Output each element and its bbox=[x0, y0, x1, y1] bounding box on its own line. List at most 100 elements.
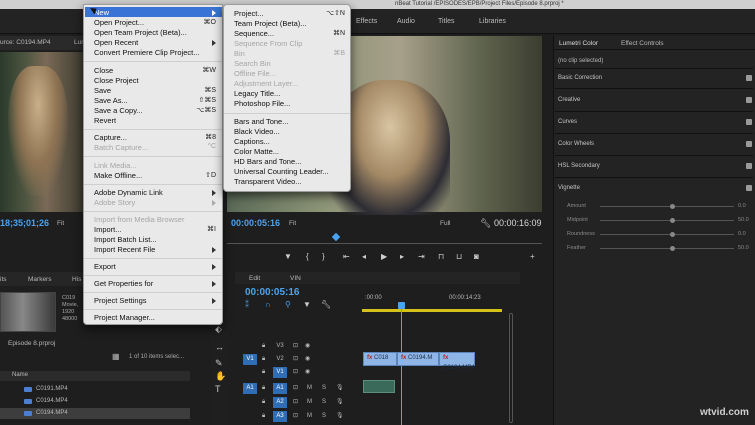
lock-icon[interactable]: 🔒︎ bbox=[262, 399, 265, 406]
list-item-selected[interactable]: C0194.MP4 bbox=[0, 408, 190, 419]
slip-icon[interactable]: ↔ bbox=[215, 342, 224, 352]
menu-item-close-project[interactable]: Close Project bbox=[94, 76, 139, 85]
section-curves[interactable]: Curves bbox=[558, 119, 577, 125]
track-label[interactable]: A1 bbox=[273, 383, 287, 394]
menu-item-import[interactable]: Import... bbox=[94, 225, 122, 234]
timeline-clip[interactable]: fx C0194.MP4 bbox=[439, 352, 475, 371]
vignette-amount-knob[interactable] bbox=[670, 204, 675, 209]
sync-icon[interactable]: ⊡ bbox=[293, 354, 298, 365]
tab-markers[interactable]: Markers bbox=[28, 276, 51, 283]
vignette-midpoint-value[interactable]: 50.0 bbox=[738, 217, 749, 223]
pen-icon[interactable]: ✎ bbox=[215, 358, 223, 369]
add-marker-icon[interactable]: ▼ bbox=[284, 252, 292, 261]
vignette-roundness-slider[interactable] bbox=[600, 234, 734, 235]
vignette-midpoint-slider[interactable] bbox=[600, 220, 734, 221]
nest-icon[interactable]: ⁑ bbox=[245, 300, 249, 309]
program-time-ruler[interactable] bbox=[227, 237, 542, 244]
section-vignette[interactable]: Vignette bbox=[558, 185, 580, 191]
checkbox-vignette[interactable] bbox=[746, 185, 752, 191]
step-forward-icon[interactable]: ▸ bbox=[400, 252, 404, 261]
track-label[interactable]: V1 bbox=[273, 367, 287, 378]
track-v3[interactable]: 🔒︎ V3 ⊡ ◉ bbox=[240, 341, 510, 352]
submenu-item-transparent-video[interactable]: Transparent Video... bbox=[234, 177, 302, 186]
list-item[interactable]: C0194.MP4 bbox=[0, 396, 190, 407]
add-button-icon[interactable]: + bbox=[530, 252, 535, 261]
menu-item-capture[interactable]: Capture... bbox=[94, 133, 127, 142]
menu-item-save-as[interactable]: Save As... bbox=[94, 96, 128, 105]
type-tool-icon[interactable]: T bbox=[215, 384, 221, 394]
menu-item-open-project[interactable]: Open Project... bbox=[94, 18, 144, 27]
timeline-timecode[interactable]: 00:00:05:16 bbox=[245, 287, 299, 298]
checkbox-creative[interactable] bbox=[746, 97, 752, 103]
vignette-feather-knob[interactable] bbox=[670, 246, 675, 251]
submenu-item-team-project[interactable]: Team Project (Beta)... bbox=[234, 19, 307, 28]
mic-icon[interactable]: 🎙︎ bbox=[336, 397, 344, 408]
audio-clip[interactable] bbox=[363, 380, 395, 393]
workspace-tab-titles[interactable]: Titles bbox=[438, 18, 454, 25]
add-marker-icon[interactable]: ▼ bbox=[303, 300, 311, 309]
submenu-item-color-matte[interactable]: Color Matte... bbox=[234, 147, 279, 156]
source-patch[interactable]: A1 bbox=[243, 383, 257, 394]
source-timecode[interactable]: 18;35;01;26 bbox=[0, 218, 49, 228]
submenu-item-black-video[interactable]: Black Video... bbox=[234, 127, 280, 136]
menu-item-close[interactable]: Close bbox=[94, 66, 113, 75]
checkbox-color-wheels[interactable] bbox=[746, 141, 752, 147]
track-a2[interactable]: 🔒︎ A2 ⊡ M S 🎙︎ bbox=[240, 397, 510, 408]
menu-item-open-recent[interactable]: Open Recent bbox=[94, 38, 138, 47]
mic-icon[interactable]: 🎙︎ bbox=[336, 383, 344, 394]
submenu-item-photoshop-file[interactable]: Photoshop File... bbox=[234, 99, 290, 108]
list-item[interactable]: C0191.MP4 bbox=[0, 384, 190, 395]
lock-icon[interactable]: 🔒︎ bbox=[262, 369, 265, 376]
razor-icon[interactable]: ⬖ bbox=[215, 324, 222, 335]
section-basic-correction[interactable]: Basic Correction bbox=[558, 75, 602, 81]
checkbox-hsl-secondary[interactable] bbox=[746, 163, 752, 169]
menu-item-convert-premiere-clip[interactable]: Convert Premiere Clip Project... bbox=[94, 48, 199, 57]
program-resolution-select[interactable]: Full bbox=[440, 220, 450, 227]
mic-icon[interactable]: 🎙︎ bbox=[336, 411, 344, 422]
timeline-clip[interactable]: fx C018 bbox=[363, 352, 397, 366]
vignette-roundness-value[interactable]: 0.0 bbox=[738, 231, 746, 237]
source-tab[interactable]: urce: C0194.MP4 bbox=[0, 39, 51, 46]
play-icon[interactable]: ▶ bbox=[381, 252, 387, 261]
column-name[interactable]: Name bbox=[12, 372, 28, 378]
track-label[interactable]: A2 bbox=[273, 397, 287, 408]
project-list-header[interactable]: Name bbox=[0, 371, 190, 381]
timeline-clip[interactable]: fx C0194.M bbox=[397, 352, 439, 366]
submenu-item-captions[interactable]: Captions... bbox=[234, 137, 270, 146]
snap-icon[interactable]: ∩ bbox=[265, 300, 271, 309]
workspace-tab-audio[interactable]: Audio bbox=[397, 18, 415, 25]
vignette-amount-value[interactable]: 0.0 bbox=[738, 203, 746, 209]
section-color-wheels[interactable]: Color Wheels bbox=[558, 141, 594, 147]
lock-icon[interactable]: 🔒︎ bbox=[262, 356, 265, 363]
menu-item-export[interactable]: Export bbox=[94, 262, 116, 271]
bin-icon[interactable]: ▦ bbox=[112, 352, 120, 361]
hand-icon[interactable]: ✋ bbox=[215, 371, 226, 382]
track-a3[interactable]: 🔒︎ A3 ⊡ M S 🎙︎ bbox=[240, 411, 510, 422]
track-label[interactable]: A3 bbox=[273, 411, 287, 422]
sync-icon[interactable]: ⊡ bbox=[293, 383, 298, 394]
timeline-playhead[interactable] bbox=[398, 302, 405, 309]
solo-icon[interactable]: S bbox=[322, 397, 326, 408]
program-zoom-select[interactable]: Fit bbox=[289, 220, 296, 227]
timeline-tab-vin[interactable]: VIN bbox=[290, 275, 301, 282]
menu-item-project-settings[interactable]: Project Settings bbox=[94, 296, 147, 305]
menu-item-import-batch-list[interactable]: Import Batch List... bbox=[94, 235, 157, 244]
menu-item-project-manager[interactable]: Project Manager... bbox=[94, 313, 155, 322]
track-label[interactable]: V2 bbox=[273, 354, 287, 365]
submenu-item-legacy-title[interactable]: Legacy Title... bbox=[234, 89, 280, 98]
workspace-tab-effects[interactable]: Effects bbox=[356, 18, 377, 25]
checkbox-curves[interactable] bbox=[746, 119, 752, 125]
timeline-tab-edit[interactable]: Edit bbox=[249, 275, 260, 282]
submenu-item-project[interactable]: Project... bbox=[234, 9, 264, 18]
tab-history[interactable]: His bbox=[72, 276, 81, 283]
tab-effects[interactable]: its bbox=[0, 276, 7, 283]
menu-item-import-recent-file[interactable]: Import Recent File bbox=[94, 245, 155, 254]
tab-effect-controls[interactable]: Effect Controls bbox=[621, 40, 664, 47]
vignette-midpoint-knob[interactable] bbox=[670, 218, 675, 223]
source-zoom-select[interactable]: Fit bbox=[57, 220, 64, 227]
menu-item-adobe-dynamic-link[interactable]: Adobe Dynamic Link bbox=[94, 188, 163, 197]
sync-icon[interactable]: ⊡ bbox=[293, 367, 298, 378]
go-to-in-icon[interactable]: ⇤ bbox=[343, 252, 350, 261]
step-back-icon[interactable]: ◂ bbox=[362, 252, 366, 261]
vignette-roundness-knob[interactable] bbox=[670, 232, 675, 237]
